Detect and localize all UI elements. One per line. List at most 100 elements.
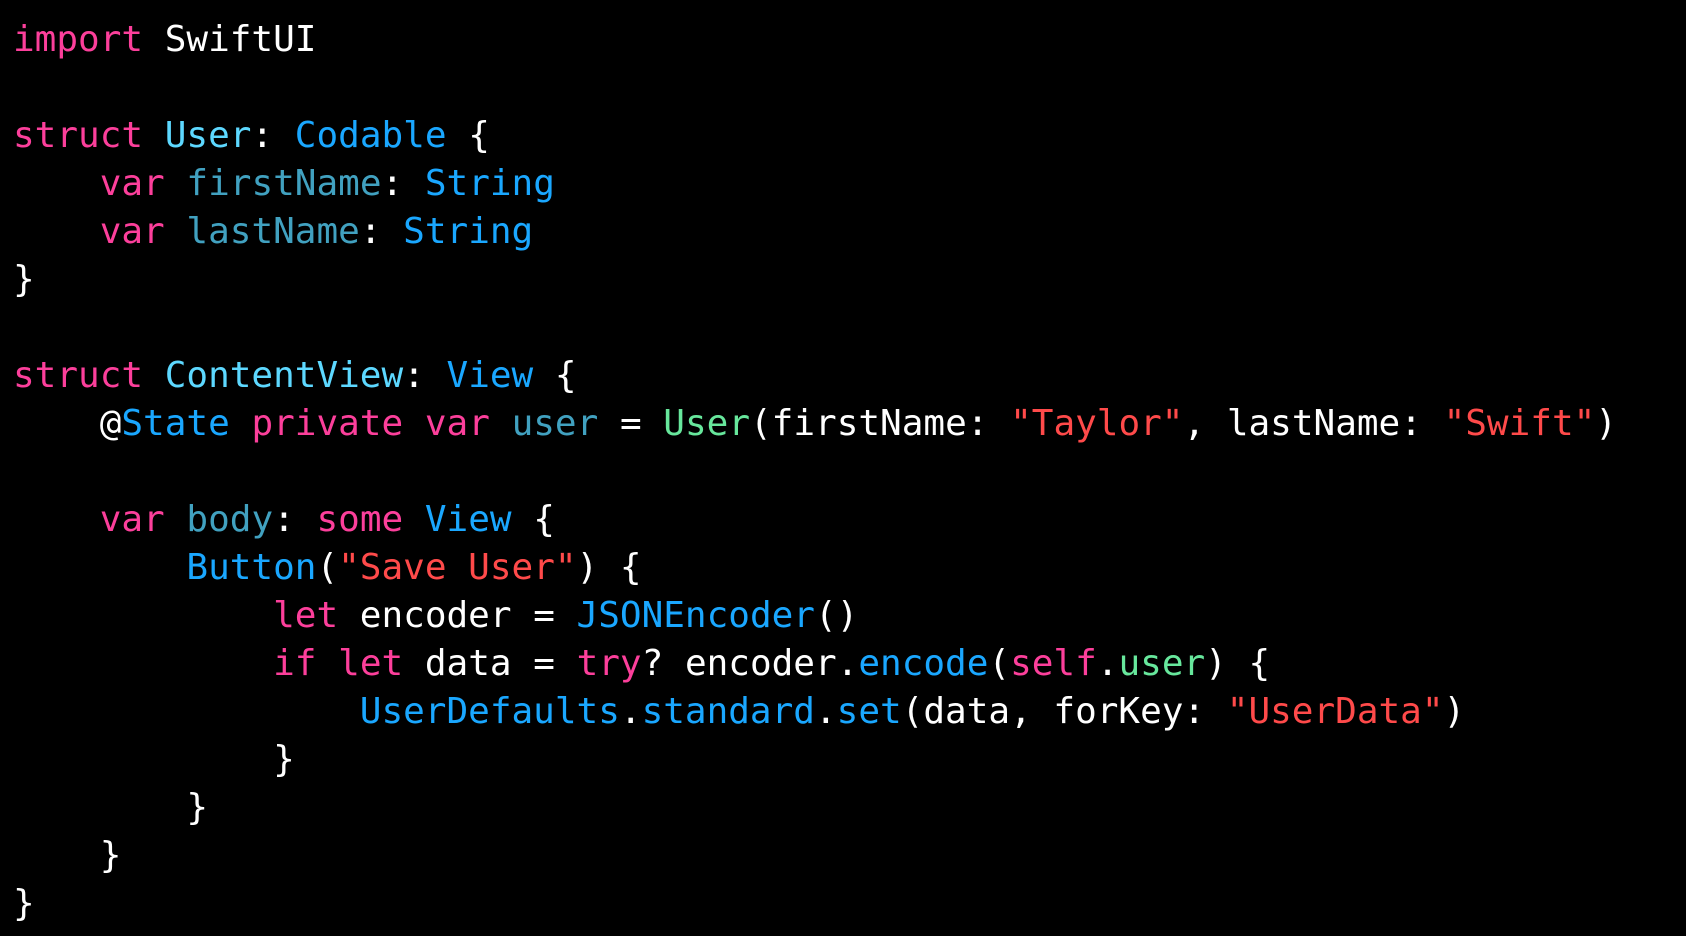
code-line: UserDefaults.standard.set(data, forKey: …: [13, 688, 1686, 736]
code-token-plain: (): [814, 595, 859, 636]
code-editor: import SwiftUI​struct User: Codable { va…: [0, 0, 1686, 936]
code-line: var lastName: String: [13, 208, 1686, 256]
code-token-plain: }: [13, 739, 295, 780]
code-token-keyword: let: [273, 595, 339, 636]
code-token-string: "UserData": [1226, 691, 1444, 732]
code-token-type: View: [424, 499, 512, 540]
code-token-plain: (: [316, 547, 339, 588]
code-token-plain: {: [446, 115, 490, 156]
code-token-keyword: struct: [13, 115, 144, 156]
code-line: var firstName: String: [13, 160, 1686, 208]
code-line: ​: [13, 448, 1686, 496]
code-token-type: State: [121, 403, 230, 444]
code-token-plain: SwiftUI: [143, 19, 317, 60]
code-token-keyword: import: [13, 19, 144, 60]
code-token-type-decl: User: [164, 115, 252, 156]
code-token-keyword: self: [1010, 643, 1097, 684]
code-token-plain: (data, forKey:: [901, 691, 1227, 732]
code-line: }: [13, 736, 1686, 784]
code-line: @State private var user = User(firstName…: [13, 400, 1686, 448]
code-line: struct User: Codable {: [13, 112, 1686, 160]
code-token-property: lastName: [186, 211, 360, 252]
code-token-plain: data =: [403, 643, 577, 684]
code-token-keyword: let: [338, 643, 404, 684]
code-line: ​: [13, 304, 1686, 352]
code-token-type: View: [446, 355, 534, 396]
code-token-property: firstName: [186, 163, 382, 204]
code-token-keyword: some: [316, 499, 404, 540]
code-token-string: "Swift": [1443, 403, 1596, 444]
code-token-plain: :: [403, 355, 447, 396]
code-token-plain: :: [273, 499, 317, 540]
code-line: let encoder = JSONEncoder(): [13, 592, 1686, 640]
code-token-type-decl: ContentView: [164, 355, 404, 396]
code-token-type: Codable: [294, 115, 447, 156]
code-token-plain: }: [13, 835, 122, 876]
code-token-plain: :: [359, 211, 404, 252]
code-line: import SwiftUI: [13, 16, 1686, 64]
code-token-keyword: if: [273, 643, 317, 684]
code-token-plain: , lastName:: [1183, 403, 1444, 444]
code-token-plain: :: [251, 115, 295, 156]
code-token-keyword: private: [251, 403, 404, 444]
code-token-plain: ): [1443, 691, 1466, 732]
code-token-property: body: [186, 499, 274, 540]
code-token-plain: ): [1595, 403, 1617, 444]
code-token-type: encode: [858, 643, 989, 684]
code-token-keyword: var: [99, 211, 165, 252]
code-token-plain: :: [381, 163, 425, 204]
code-token-type: String: [424, 163, 555, 204]
code-line: struct ContentView: View {: [13, 352, 1686, 400]
code-token-plain: {: [533, 355, 577, 396]
code-token-type: set: [836, 691, 902, 732]
code-token-type: UserDefaults: [359, 691, 620, 732]
code-line: }: [13, 832, 1686, 880]
code-token-plain: =: [598, 403, 664, 444]
code-token-string: "Taylor": [1010, 403, 1184, 444]
code-token-plain: ? encoder.: [641, 643, 859, 684]
code-token-type: String: [403, 211, 534, 252]
code-token-call: User: [663, 403, 750, 444]
code-block: import SwiftUI​struct User: Codable { va…: [13, 16, 1686, 928]
code-token-plain: }: [13, 787, 209, 828]
code-line: }: [13, 784, 1686, 832]
code-token-plain: }: [13, 259, 35, 300]
code-token-plain: .: [619, 691, 642, 732]
code-token-keyword: struct: [13, 355, 144, 396]
code-line: var body: some View {: [13, 496, 1686, 544]
code-token-property: user: [511, 403, 599, 444]
code-token-plain: @: [13, 403, 122, 444]
code-line: ​: [13, 64, 1686, 112]
code-token-type: JSONEncoder: [576, 595, 815, 636]
code-line: Button("Save User") {: [13, 544, 1686, 592]
code-token-plain: ) {: [576, 547, 642, 588]
code-token-plain: (: [988, 643, 1011, 684]
code-token-keyword: var: [99, 499, 165, 540]
code-token-plain: .: [1096, 643, 1119, 684]
code-token-keyword: try: [576, 643, 642, 684]
code-token-call: user: [1118, 643, 1206, 684]
code-token-plain: .: [814, 691, 837, 732]
code-token-string: "Save User": [338, 547, 577, 588]
code-line: }: [13, 880, 1686, 928]
code-token-type: Button: [186, 547, 317, 588]
code-line: }: [13, 256, 1686, 304]
code-token-type: standard: [641, 691, 815, 732]
code-line: if let data = try? encoder.encode(self.u…: [13, 640, 1686, 688]
